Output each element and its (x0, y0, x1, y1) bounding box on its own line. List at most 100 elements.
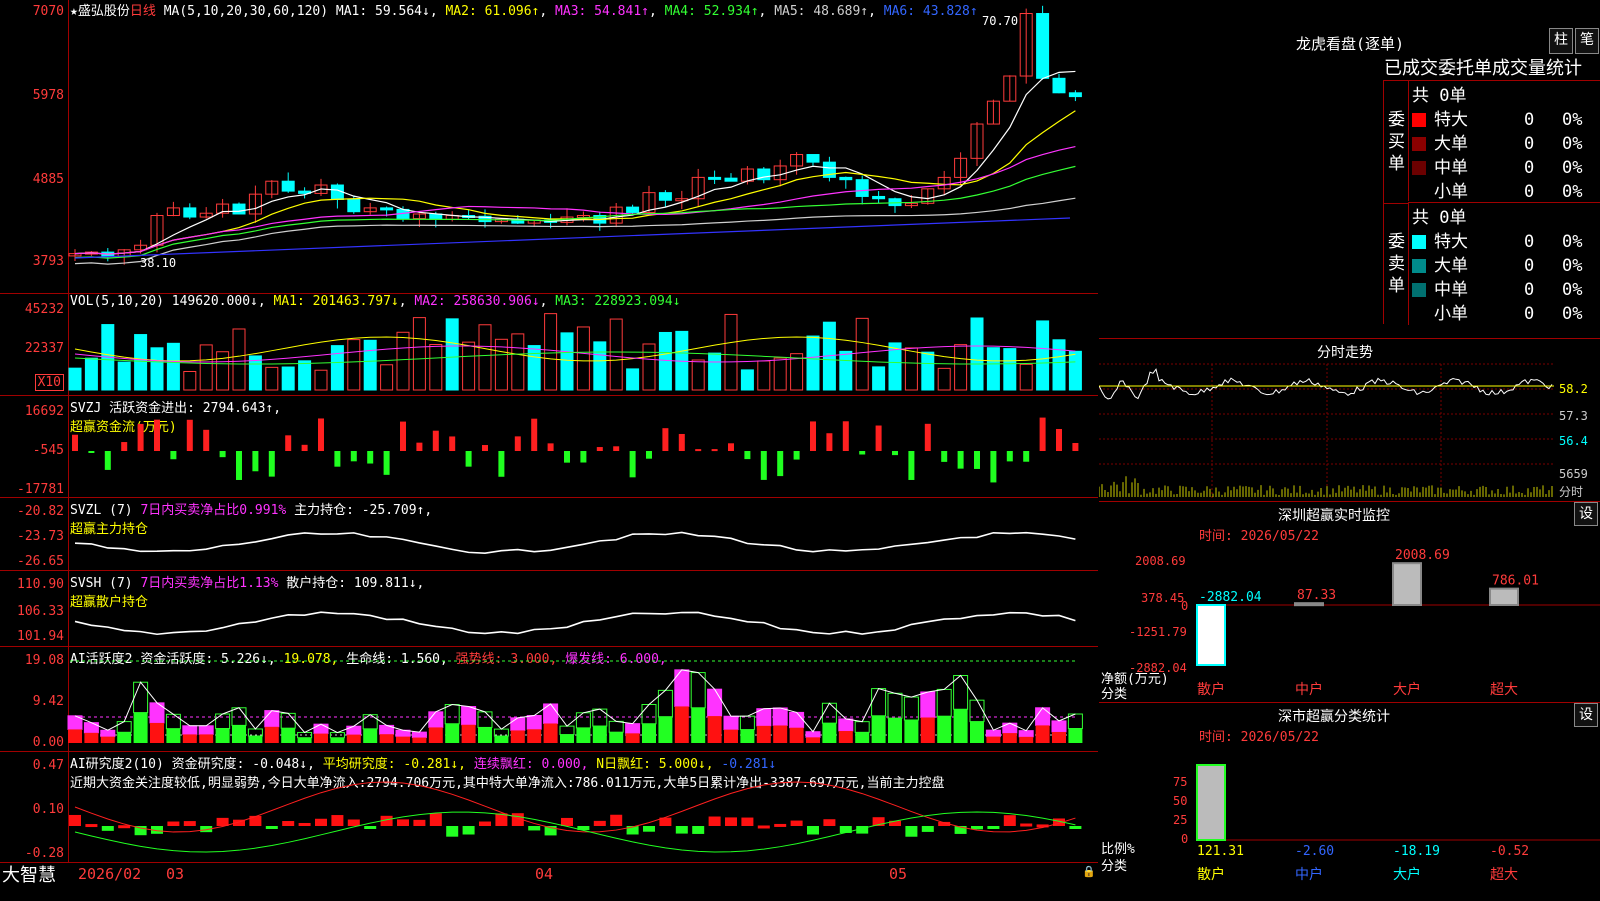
activity-bar-bottom (724, 729, 738, 743)
activity-bar-top (346, 725, 362, 736)
monitor-category: 大户 (1393, 681, 1421, 698)
activity-bar-bottom (445, 723, 460, 743)
fund-flow-bar (350, 451, 357, 462)
order-row-0: 特大 0 0% (1412, 227, 1582, 252)
activity-bar-bottom (822, 723, 837, 743)
fund-flow-bar (104, 451, 111, 470)
order-pct: 0% (1562, 256, 1583, 276)
order-color-swatch (1412, 235, 1426, 249)
activity-bar-top (165, 713, 181, 730)
class-bar (1196, 764, 1226, 841)
minute-chart-panel[interactable]: 分时走势 58.2 57.3 56.4 5659 分时 (1099, 339, 1600, 502)
volume-bar (281, 366, 295, 391)
volume-bar (757, 360, 771, 391)
research-bar (528, 826, 541, 831)
research-bar (249, 815, 262, 826)
activity-bar-bottom (937, 716, 952, 743)
fund-flow-bar (252, 451, 259, 472)
research-bar (692, 826, 705, 834)
minute-chart[interactable] (1099, 339, 1600, 501)
ma6-line (74, 217, 1071, 259)
activity-bar-top (215, 713, 231, 729)
fund-flow-bar (170, 451, 177, 460)
activity-bar-top (625, 723, 641, 734)
monitor-bar (1392, 562, 1422, 606)
volume-bar (363, 339, 377, 391)
activity-bar-bottom (1035, 725, 1050, 743)
volume-bar (429, 343, 443, 391)
activity-bar-top (739, 715, 755, 731)
research-bar (1069, 826, 1082, 829)
volume-bar (1036, 320, 1050, 391)
kline-pane[interactable]: 7070 5978 4885 3793 ★盛弘股份日线 MA(5,10,20,3… (0, 0, 1098, 294)
order-type: 特大 (1434, 232, 1468, 252)
activity-bar-bottom (1019, 736, 1034, 743)
order-color-swatch (1412, 307, 1426, 321)
activity-bar-bottom (100, 736, 115, 743)
fund-flow-bar (613, 446, 620, 451)
fund-flow-bar (810, 421, 816, 451)
activity-bar-top (805, 731, 821, 738)
svsh-pane[interactable]: 110.90 106.33 101.94 SVSH (7) 7日内买卖净占比1.… (0, 571, 1098, 647)
class-category: 大户 (1393, 866, 1421, 883)
svzl-chart[interactable] (0, 498, 1098, 570)
class-value: 121.31 (1197, 844, 1244, 859)
research-bar (479, 821, 491, 826)
activity-bar-top (1002, 722, 1018, 734)
activity-bar-top (510, 717, 526, 731)
fund-flow-bar (596, 447, 603, 451)
fund-flow-bar (760, 451, 767, 480)
volume-pane[interactable]: 45232 22337 X10 VOL(5,10,20) 149620.000↓… (0, 294, 1098, 396)
research-bar (282, 821, 295, 826)
svzj-chart[interactable] (0, 396, 1098, 497)
activity-bar-top (1035, 707, 1051, 726)
activity-bar-top (313, 723, 329, 735)
lock-icon[interactable]: 🔒 (1082, 865, 1096, 878)
class-category: 散户 (1197, 866, 1225, 883)
research-bar (1020, 823, 1033, 827)
monitor-category: 中户 (1295, 681, 1323, 698)
activity-bar-bottom (806, 737, 820, 743)
kline-chart[interactable] (0, 0, 1098, 293)
class-category: 中户 (1295, 866, 1323, 883)
svzj-pane[interactable]: 16692 -545 -17781 SVZJ 活跃资金进出: 2794.643↑… (0, 396, 1098, 498)
sell-order-label: 委卖单 (1388, 232, 1405, 296)
ai-activity-pane[interactable]: 19.08 9.42 0.00 AI活跃度2 资金活跃度: 5.226↓, 19… (0, 647, 1098, 752)
research-bar (971, 826, 983, 830)
candle-body (806, 154, 820, 163)
bar-mode-button[interactable]: 柱 (1549, 28, 1573, 54)
fund-flow-bar (941, 451, 948, 462)
minute-unit: 分时 (1559, 485, 1584, 499)
activity-bar-top (83, 722, 99, 734)
research-bar (315, 818, 327, 826)
activity-bar-bottom (494, 736, 509, 743)
activity-bar-bottom (527, 729, 542, 743)
svzl-pane[interactable]: -20.82 -23.73 -26.65 SVZL (7) 7日内买卖净占比0.… (0, 498, 1098, 571)
order-row-0: 特大 0 0% (1412, 105, 1582, 130)
volume-bar (265, 366, 279, 391)
fund-flow-bar (711, 449, 718, 452)
fund-flow-bar (777, 451, 784, 477)
activity-bar-bottom (871, 715, 886, 743)
volume-bar (68, 367, 82, 391)
activity-bar-bottom (986, 736, 1001, 743)
volume-chart[interactable] (0, 294, 1098, 395)
research-bar (183, 821, 196, 826)
order-type: 中单 (1434, 280, 1468, 300)
ai-research-pane[interactable]: 0.47 0.10 -0.28 AI研究度2(10) 资金研究度: -0.048… (0, 752, 1098, 862)
svsh-chart[interactable] (0, 571, 1098, 646)
pen-mode-button[interactable]: 笔 (1575, 28, 1599, 54)
volume-bar (740, 369, 754, 391)
ai-research-chart[interactable] (0, 752, 1098, 862)
candle-body (1068, 92, 1082, 98)
candle-body (232, 203, 246, 215)
activity-bar-bottom (838, 730, 853, 743)
fund-flow-bar (268, 451, 275, 477)
buy-order-label: 委买单 (1388, 110, 1405, 174)
fund-flow-bar (301, 444, 308, 451)
order-row-2: 中单 0 0% (1412, 153, 1582, 178)
fund-flow-bar (154, 419, 160, 451)
ai-activity-chart[interactable] (0, 647, 1098, 751)
fund-flow-bar (416, 442, 423, 451)
activity-bar-bottom (707, 716, 722, 743)
